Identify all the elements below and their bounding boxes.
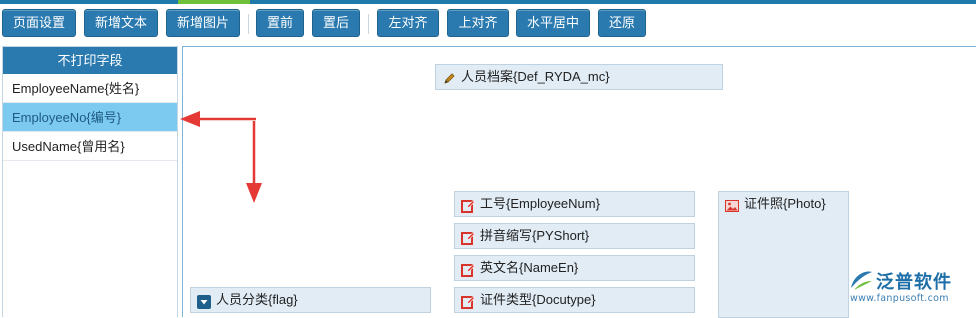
left-arrow-head xyxy=(180,111,200,127)
fanpu-watermark-logo: 泛普软件 www.fanpusoft.com xyxy=(846,268,970,308)
page-setup-button[interactable]: 页面设置 xyxy=(2,9,76,37)
field-item-employee-no[interactable]: EmployeeNo{编号} xyxy=(3,103,177,132)
field-label: 证件类型{Docutype} xyxy=(480,292,596,307)
logo-url: www.fanpusoft.com xyxy=(850,293,949,304)
field-item-used-name[interactable]: UsedName{曾用名} xyxy=(3,132,177,161)
image-icon xyxy=(725,197,739,212)
annotation-arrows xyxy=(180,111,262,203)
edit-icon xyxy=(461,293,475,309)
logo-name: 泛普软件 xyxy=(876,272,952,292)
non-print-fields-panel: 不打印字段 EmployeeName{姓名} EmployeeNo{编号} Us… xyxy=(2,46,178,317)
field-item-employee-name[interactable]: EmployeeName{姓名} xyxy=(3,74,177,103)
down-arrow-head xyxy=(246,183,262,203)
field-employee-num[interactable]: 工号{EmployeeNum} xyxy=(454,191,695,217)
field-flag[interactable]: 人员分类{flag} xyxy=(190,287,431,313)
field-label: 证件照{Photo} xyxy=(744,196,826,211)
field-label: 工号{EmployeeNum} xyxy=(480,196,600,211)
send-back-button[interactable]: 置后 xyxy=(312,9,360,37)
field-name-en[interactable]: 英文名{NameEn} xyxy=(454,255,695,281)
align-left-button[interactable]: 左对齐 xyxy=(377,9,439,37)
edit-icon xyxy=(461,229,475,245)
field-photo[interactable]: 证件照{Photo} xyxy=(718,191,849,318)
field-def-ryda-mc[interactable]: 人员档案{Def_RYDA_mc} xyxy=(435,64,723,90)
add-image-button[interactable]: 新增图片 xyxy=(166,9,240,37)
panel-title: 不打印字段 xyxy=(3,47,177,74)
logo-icon xyxy=(851,271,872,290)
dropdown-icon xyxy=(197,293,211,309)
pencil-icon xyxy=(442,70,456,84)
field-label: 人员分类{flag} xyxy=(216,292,298,307)
toolbar-separator xyxy=(368,14,369,34)
restore-button[interactable]: 还原 xyxy=(598,9,646,37)
field-py-short[interactable]: 拼音缩写{PYShort} xyxy=(454,223,695,249)
align-top-button[interactable]: 上对齐 xyxy=(447,9,509,37)
field-label: 人员档案{Def_RYDA_mc} xyxy=(461,69,610,84)
edit-icon xyxy=(461,197,475,213)
field-docutype[interactable]: 证件类型{Docutype} xyxy=(454,287,695,313)
field-label: 拼音缩写{PYShort} xyxy=(480,228,590,243)
add-text-button[interactable]: 新增文本 xyxy=(84,9,158,37)
field-label: 英文名{NameEn} xyxy=(480,260,579,275)
edit-icon xyxy=(461,261,475,277)
center-horizontal-button[interactable]: 水平居中 xyxy=(516,9,590,37)
toolbar: 页面设置 新增文本 新增图片 置前 置后 左对齐 上对齐 水平居中 还原 xyxy=(0,4,976,42)
bring-front-button[interactable]: 置前 xyxy=(256,9,304,37)
toolbar-separator xyxy=(248,14,249,34)
